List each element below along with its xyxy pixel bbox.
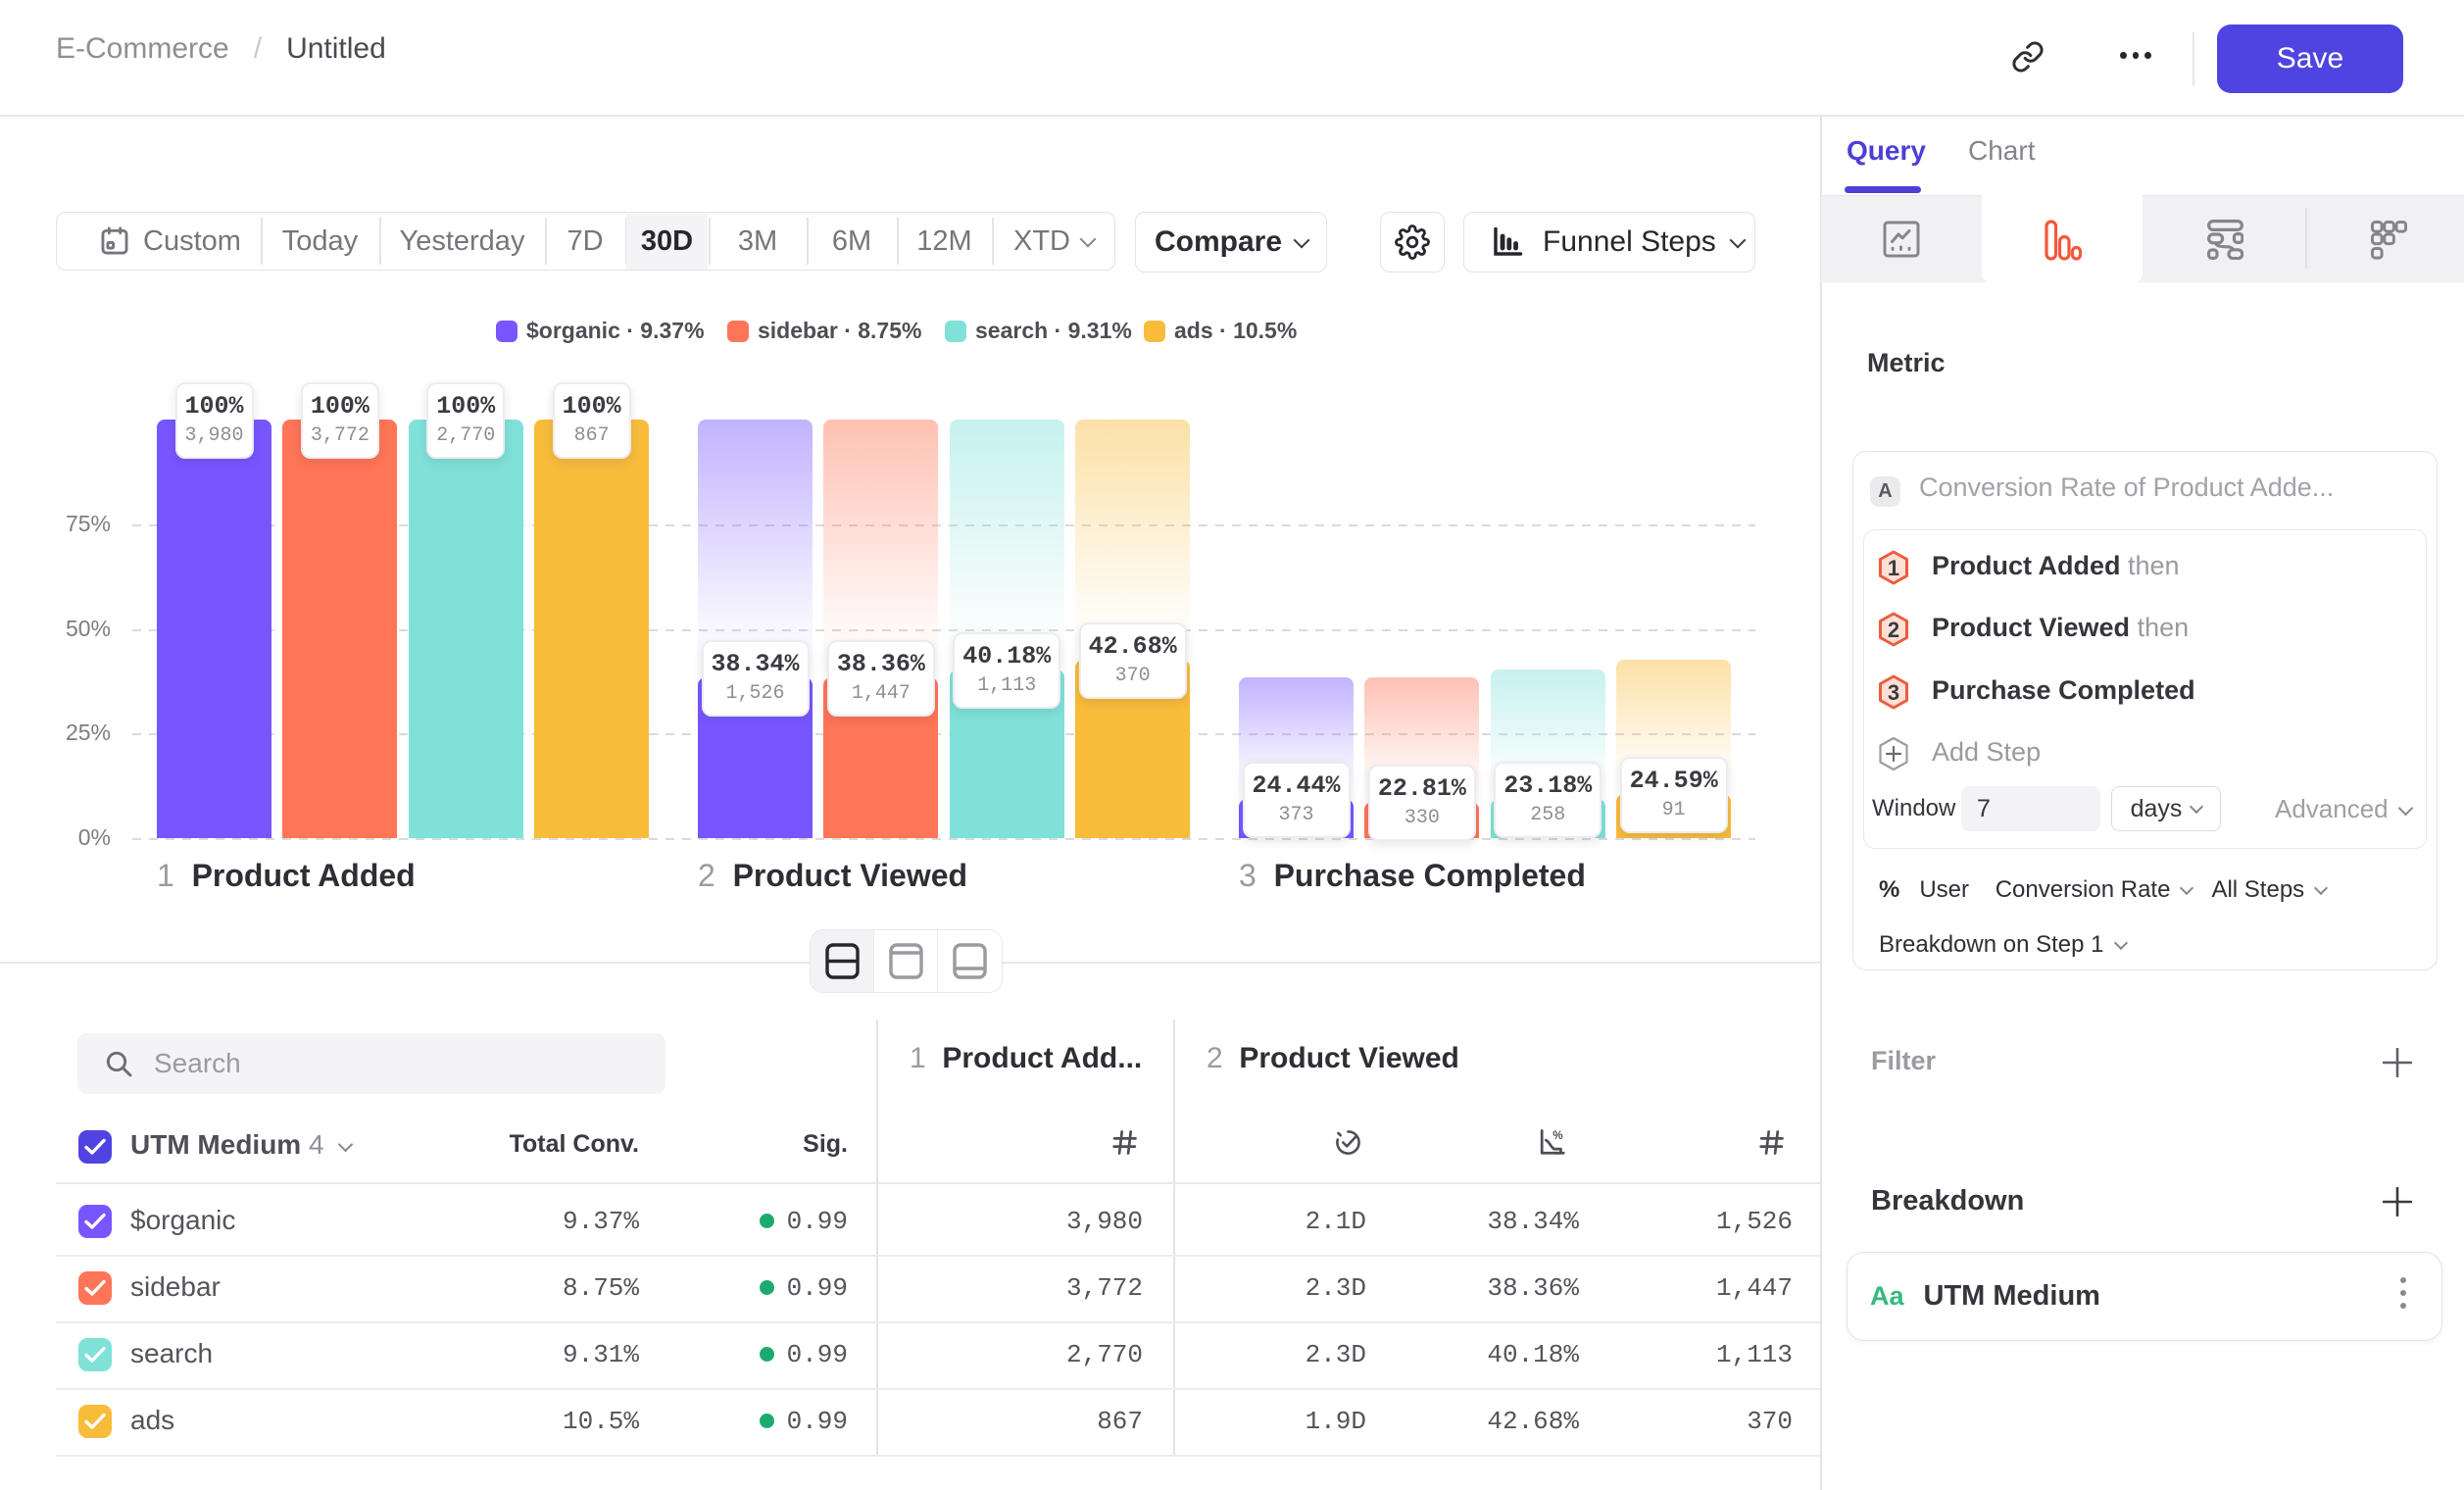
svg-text:1: 1	[1888, 556, 1899, 580]
svg-text:%: %	[1552, 1129, 1563, 1142]
svg-text:2: 2	[1888, 618, 1899, 642]
svg-text:3: 3	[1888, 680, 1899, 705]
